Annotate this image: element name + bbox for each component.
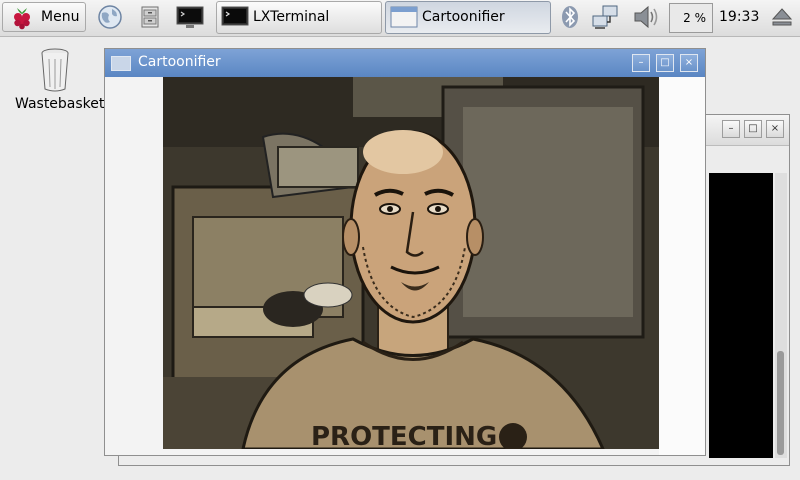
bluetooth-icon[interactable] — [559, 4, 581, 30]
task-label: Cartoonifier — [422, 9, 505, 25]
web-browser-icon[interactable] — [97, 4, 123, 30]
terminal-output[interactable] — [709, 173, 773, 458]
window-icon — [390, 6, 418, 28]
window-content: PROTECTING — [105, 77, 705, 455]
task-button-cartoonifier[interactable]: Cartoonifier — [385, 1, 551, 34]
scrollbar-thumb[interactable] — [777, 351, 784, 455]
maximize-button[interactable]: □ — [656, 54, 674, 72]
maximize-button[interactable]: □ — [744, 120, 762, 138]
cpu-percent: 2 % — [683, 11, 706, 25]
clock[interactable]: 19:33 — [719, 9, 759, 25]
task-label: LXTerminal — [253, 9, 330, 25]
cartoon-video-frame: PROTECTING — [163, 77, 659, 449]
shirt-text: PROTECTING — [311, 422, 497, 449]
network-icon[interactable] — [591, 4, 625, 30]
menu-button[interactable]: Menu — [2, 2, 86, 32]
file-manager-icon[interactable] — [137, 4, 163, 30]
window-title: Cartoonifier — [138, 54, 221, 70]
raspberry-icon — [14, 8, 30, 30]
close-button[interactable]: × — [680, 54, 698, 72]
scrollbar[interactable] — [775, 173, 787, 458]
menu-label: Menu — [41, 9, 80, 25]
side-pane — [659, 77, 705, 455]
webcam-video: PROTECTING — [163, 77, 659, 449]
cartoonifier-window[interactable]: Cartoonifier – □ × PROTECTING — [104, 48, 706, 456]
task-button-lxterminal[interactable]: LXTerminal — [216, 1, 382, 34]
cpu-monitor[interactable]: 2 % — [669, 3, 713, 33]
taskbar: Menu LXTerminal Cartoonifier 2 % 19:33 — [0, 0, 800, 37]
volume-icon[interactable] — [632, 4, 662, 30]
terminal-icon — [221, 6, 249, 26]
window-icon — [111, 56, 131, 71]
minimize-button[interactable]: – — [722, 120, 740, 138]
minimize-button[interactable]: – — [632, 54, 650, 72]
close-button[interactable]: × — [766, 120, 784, 138]
title-bar[interactable]: Cartoonifier – □ × — [105, 49, 705, 77]
eject-icon[interactable] — [770, 4, 794, 30]
terminal-icon[interactable] — [175, 4, 205, 30]
desktop-icon-label[interactable]: Wastebasket — [15, 96, 104, 112]
trash-icon[interactable] — [40, 47, 70, 93]
